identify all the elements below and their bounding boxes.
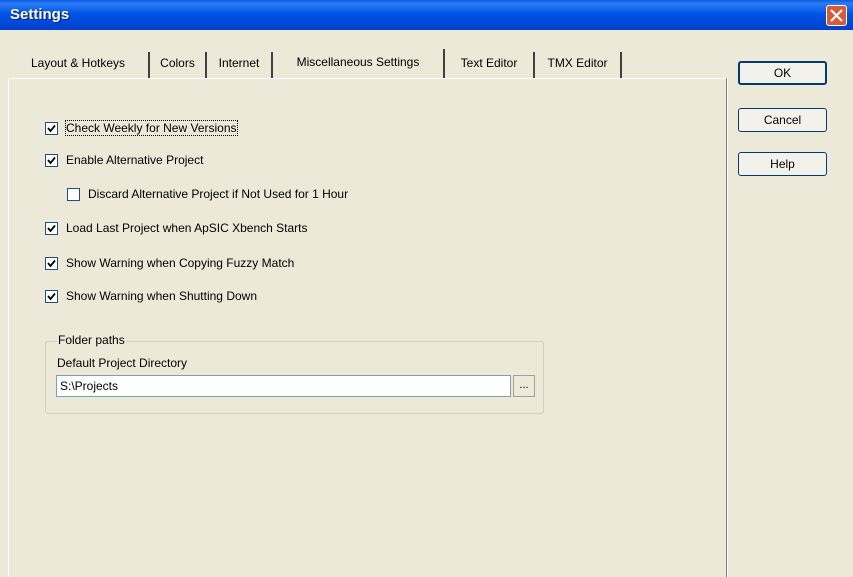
tab-label: Text Editor bbox=[460, 56, 518, 70]
option-discard-alternative-project[interactable]: Discard Alternative Project if Not Used … bbox=[67, 187, 348, 201]
option-label: Check Weekly for New Versions bbox=[65, 120, 238, 136]
option-enable-alternative-project[interactable]: Enable Alternative Project bbox=[45, 153, 203, 167]
tab-label: Miscellaneous Settings bbox=[296, 55, 420, 69]
checkbox[interactable] bbox=[45, 256, 58, 270]
cancel-button[interactable]: Cancel bbox=[738, 108, 827, 132]
group-title: Folder paths bbox=[57, 333, 126, 347]
tab-colors[interactable]: Colors bbox=[150, 52, 207, 78]
tab-label: TMX Editor bbox=[547, 56, 608, 70]
option-load-last-project[interactable]: Load Last Project when ApSIC Xbench Star… bbox=[45, 221, 307, 235]
tab-label: Internet bbox=[218, 56, 260, 70]
close-button[interactable] bbox=[826, 5, 847, 26]
browse-button[interactable]: ... bbox=[513, 375, 535, 397]
ok-button[interactable]: OK bbox=[738, 61, 827, 85]
tab-internet[interactable]: Internet bbox=[207, 52, 273, 78]
close-icon bbox=[830, 9, 843, 22]
option-warning-fuzzy-match[interactable]: Show Warning when Copying Fuzzy Match bbox=[45, 256, 294, 270]
checkbox[interactable] bbox=[67, 187, 80, 201]
option-label: Enable Alternative Project bbox=[66, 153, 204, 167]
option-label: Discard Alternative Project if Not Used … bbox=[88, 187, 349, 201]
tab-layout-hotkeys[interactable]: Layout & Hotkeys bbox=[8, 52, 150, 78]
checkbox[interactable] bbox=[45, 121, 58, 135]
project-directory-input[interactable] bbox=[56, 375, 511, 397]
project-directory-label: Default Project Directory bbox=[57, 356, 188, 370]
tab-text-editor[interactable]: Text Editor bbox=[445, 52, 535, 78]
option-label: Load Last Project when ApSIC Xbench Star… bbox=[66, 221, 308, 235]
option-warning-shutting-down[interactable]: Show Warning when Shutting Down bbox=[45, 289, 257, 303]
option-label: Show Warning when Shutting Down bbox=[66, 289, 257, 303]
checkmark-icon bbox=[47, 156, 56, 164]
checkmark-icon bbox=[47, 124, 56, 132]
checkbox[interactable] bbox=[45, 221, 58, 235]
tab-label: Colors bbox=[160, 56, 195, 70]
checkbox[interactable] bbox=[45, 153, 58, 167]
help-button[interactable]: Help bbox=[738, 152, 827, 176]
divider bbox=[727, 78, 728, 577]
checkbox[interactable] bbox=[45, 289, 58, 303]
option-check-weekly[interactable]: Check Weekly for New Versions bbox=[45, 120, 238, 136]
tab-tmx-editor[interactable]: TMX Editor bbox=[535, 52, 622, 78]
tab-miscellaneous-settings[interactable]: Miscellaneous Settings bbox=[273, 49, 445, 79]
checkmark-icon bbox=[47, 292, 56, 300]
option-label: Show Warning when Copying Fuzzy Match bbox=[66, 256, 295, 270]
tab-label: Layout & Hotkeys bbox=[30, 56, 126, 70]
checkmark-icon bbox=[47, 224, 56, 232]
window-title: Settings bbox=[10, 6, 70, 23]
title-bar: Settings bbox=[0, 0, 853, 30]
checkmark-icon bbox=[47, 259, 56, 267]
